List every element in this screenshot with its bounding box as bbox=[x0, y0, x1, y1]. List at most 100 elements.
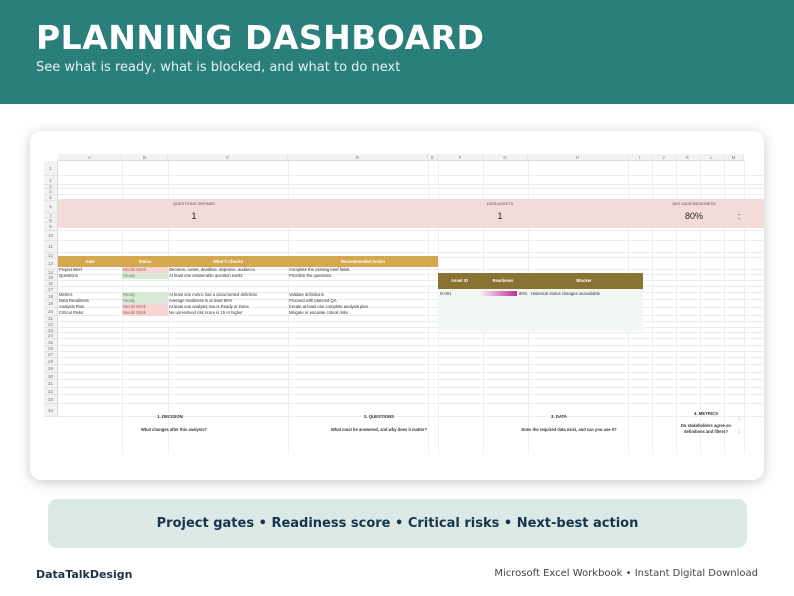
asset-blocker: Historical status changes unavailable bbox=[531, 291, 600, 296]
column-header[interactable]: C bbox=[168, 154, 288, 161]
row-header[interactable]: 10 bbox=[44, 231, 58, 241]
readiness-value: 80% bbox=[519, 291, 528, 296]
column-header[interactable]: M bbox=[724, 154, 744, 161]
row-gridline bbox=[58, 230, 764, 231]
row-gridline bbox=[58, 332, 764, 333]
spreadsheet-preview-card: ABCDEFGHIJKLM 1 2 3 4 5 6 7 8 9 10 11 12 13 14 15 16 17 1… bbox=[30, 131, 764, 480]
assets-col-id: Asset ID bbox=[451, 278, 468, 283]
row-gridline bbox=[58, 252, 764, 253]
row-header[interactable]: 34 bbox=[44, 404, 58, 417]
row-gridline bbox=[58, 194, 764, 195]
assets-table-header: Asset ID Readiness Blocker bbox=[438, 273, 643, 289]
step-title-decision: 1. DECISION bbox=[157, 414, 183, 419]
assets-col-readiness: Readiness bbox=[492, 278, 514, 283]
row-gridline bbox=[58, 372, 764, 373]
kpi-value-questions: 1 bbox=[191, 211, 197, 221]
row-gridline bbox=[58, 188, 764, 189]
step-question-metrics-1: Do stakeholders agree on bbox=[680, 423, 732, 428]
row-gridline bbox=[58, 364, 764, 365]
product-tagline: Microsoft Excel Workbook • Instant Digit… bbox=[494, 568, 758, 579]
hero-banner: PLANNING DASHBOARD See what is ready, wh… bbox=[0, 0, 794, 104]
row-header[interactable]: 11 bbox=[44, 241, 58, 253]
row-gridline bbox=[58, 379, 764, 380]
table-row: D-001 80% Historical status changes unav… bbox=[438, 290, 643, 297]
row-header[interactable]: 19 bbox=[44, 300, 58, 308]
row-gridline bbox=[58, 175, 764, 176]
row-header[interactable]: 20 bbox=[44, 308, 58, 316]
column-header[interactable]: J bbox=[652, 154, 676, 161]
row-header[interactable]: 33 bbox=[44, 395, 58, 404]
row-header[interactable]: 28 bbox=[44, 358, 58, 365]
page-title: PLANNING DASHBOARD bbox=[36, 18, 485, 57]
gate-action: Prioritize the questions bbox=[289, 273, 332, 278]
row-header[interactable]: 1 bbox=[44, 161, 58, 176]
column-header[interactable]: G bbox=[483, 154, 528, 161]
row-gridline bbox=[58, 321, 764, 322]
gate-action: Mitigate or escalate critical risks bbox=[289, 310, 349, 315]
step-question-data: Does the required data exist, and can yo… bbox=[521, 427, 617, 432]
row-gridline bbox=[58, 286, 764, 287]
gate-name: Critical Risks bbox=[59, 310, 84, 315]
row-header[interactable]: 18 bbox=[44, 293, 58, 300]
gates-table-header: Gate Status What it Checks Recommended A… bbox=[58, 256, 438, 267]
row-gridline bbox=[58, 357, 764, 358]
gate-status: Ready bbox=[122, 273, 168, 279]
gate-status: Needs Work bbox=[122, 310, 168, 316]
spreadsheet-grid: ABCDEFGHIJKLM 1 2 3 4 5 6 7 8 9 10 11 12 13 14 15 16 17 1… bbox=[44, 154, 764, 454]
kpi-overflow-mark: : bbox=[737, 211, 741, 221]
row-gridline bbox=[58, 280, 764, 281]
row-header[interactable]: 13 bbox=[44, 258, 58, 270]
column-header[interactable]: A bbox=[58, 154, 122, 161]
row-gridline bbox=[58, 338, 764, 339]
column-header[interactable]: E bbox=[428, 154, 438, 161]
step-title-metrics: 4. METRICS bbox=[693, 411, 719, 416]
row-gridline bbox=[58, 394, 764, 395]
step-title-data: 3. DATA bbox=[550, 414, 568, 419]
kpi-label-questions: QUESTIONS DEFINED bbox=[172, 201, 216, 206]
row-gridline bbox=[58, 387, 764, 388]
gates-col-checks: What it Checks bbox=[212, 259, 244, 264]
kpi-label-assets: DATA ASSETS bbox=[486, 201, 514, 206]
table-row: Questions Ready At least one answerable qu… bbox=[58, 273, 438, 279]
row-header[interactable]: 29 bbox=[44, 365, 58, 373]
column-header[interactable]: L bbox=[700, 154, 724, 161]
row-header[interactable]: 30 bbox=[44, 373, 58, 380]
page-subtitle: See what is ready, what is blocked, and … bbox=[36, 60, 401, 75]
assets-col-blocker: Blocker bbox=[576, 278, 592, 283]
row-header[interactable]: 9 bbox=[44, 223, 58, 231]
gates-col-action: Recommended Action bbox=[340, 259, 386, 264]
row-gridline bbox=[58, 327, 764, 328]
kpi-value-readiness: 80% bbox=[684, 211, 703, 221]
row-header[interactable]: 25 bbox=[44, 339, 58, 346]
overflow-mark: : bbox=[738, 416, 740, 421]
overflow-mark: : bbox=[738, 429, 740, 434]
row-gridline bbox=[58, 184, 764, 185]
row-header[interactable]: 6 bbox=[44, 201, 58, 213]
brand-name: DataTalkDesign bbox=[36, 568, 133, 581]
column-header[interactable]: F bbox=[438, 154, 483, 161]
column-header[interactable]: I bbox=[628, 154, 652, 161]
asset-id: D-001 bbox=[440, 291, 452, 296]
gate-name: Questions bbox=[59, 273, 78, 278]
step-question-questions: What must be answered, and why does it m… bbox=[331, 427, 427, 432]
row-gridline bbox=[58, 345, 764, 346]
gate-checks: No unresolved risk score is 15 or higher bbox=[169, 310, 243, 315]
row-gridline bbox=[58, 403, 764, 404]
column-header[interactable]: D bbox=[288, 154, 428, 161]
step-question-metrics-2: definitions and filters? bbox=[684, 429, 728, 434]
row-header[interactable]: 31 bbox=[44, 380, 58, 388]
column-header[interactable]: H bbox=[528, 154, 628, 161]
features-text: Project gates • Readiness score • Critic… bbox=[156, 516, 639, 531]
gate-checks: At least one answerable question exists bbox=[169, 273, 243, 278]
kpi-label-readiness: AVG DATA READINESS bbox=[672, 201, 716, 206]
gates-col-status: Status bbox=[138, 259, 152, 264]
table-row: Critical Risks Needs Work No unresolved ri… bbox=[58, 310, 438, 316]
readiness-bar bbox=[481, 291, 517, 296]
column-header[interactable]: K bbox=[676, 154, 700, 161]
kpi-value-assets: 1 bbox=[497, 211, 503, 221]
row-header[interactable]: 32 bbox=[44, 388, 58, 395]
row-gridline bbox=[58, 240, 764, 241]
step-title-questions: 2. QUESTIONS bbox=[363, 414, 395, 419]
gates-col-gate: Gate bbox=[85, 259, 95, 264]
column-header[interactable]: B bbox=[122, 154, 168, 161]
